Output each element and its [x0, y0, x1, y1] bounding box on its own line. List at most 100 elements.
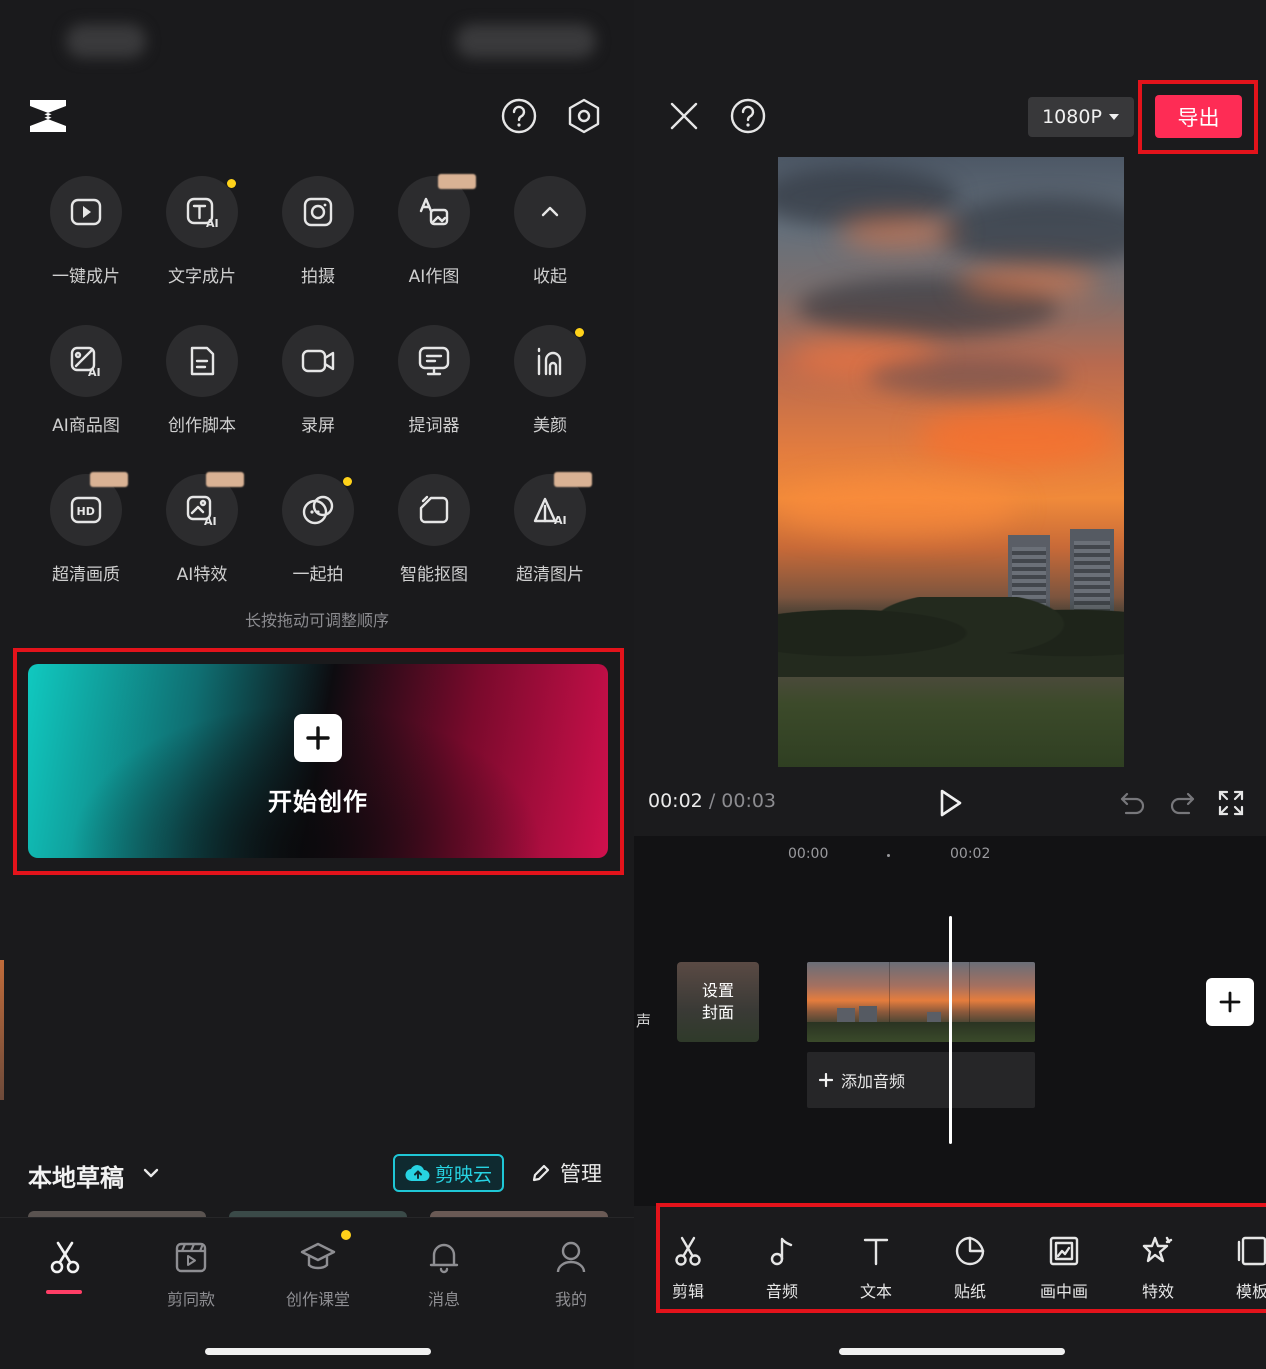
fullscreen-icon[interactable] [1216, 788, 1246, 818]
tool-label: 文字成片 [168, 267, 236, 287]
home-indicator[interactable] [205, 1348, 431, 1355]
manage-button[interactable]: 管理 [530, 1158, 602, 1188]
capcut-logo [30, 100, 66, 132]
tool-label: 收起 [533, 267, 567, 287]
export-button[interactable]: 导出 [1155, 95, 1242, 138]
close-icon[interactable] [664, 96, 704, 136]
playhead[interactable] [949, 916, 952, 1144]
camera-icon [303, 197, 333, 227]
tab-templates[interactable]: 剪同款 [136, 1238, 246, 1310]
cutout-icon [419, 495, 449, 524]
tab-label: 剪同款 [166, 1290, 215, 1309]
tool-collapse[interactable]: 收起 [492, 176, 608, 287]
toolbar-label: 文本 [859, 1282, 892, 1301]
video-preview[interactable] [778, 157, 1124, 767]
promo-tag [554, 472, 592, 487]
home-indicator[interactable] [839, 1348, 1065, 1355]
tool-beauty[interactable]: 美颜 [492, 325, 608, 436]
toolbar-label: 贴纸 [953, 1282, 986, 1301]
tool-one-click[interactable]: 一键成片 [28, 176, 144, 287]
add-clip-button[interactable] [1206, 978, 1254, 1026]
bell-icon [429, 1243, 459, 1274]
new-dot [575, 328, 584, 337]
redo-icon[interactable] [1167, 788, 1197, 818]
video-clip[interactable] [807, 962, 1035, 1042]
effects-star-icon [1142, 1236, 1173, 1263]
template-clapper-icon [175, 1242, 207, 1273]
tool-label: 一键成片 [52, 267, 120, 287]
beauty-icon [537, 347, 562, 376]
video-record-icon [301, 349, 335, 373]
cloud-button[interactable]: 剪映云 [393, 1154, 504, 1192]
active-tab-indicator [46, 1290, 82, 1294]
tool-smart-cutout[interactable]: 智能抠图 [376, 474, 492, 585]
new-dot [341, 1230, 351, 1240]
toolbar-label: 特效 [1141, 1282, 1174, 1301]
tab-academy[interactable]: 创作课堂 [263, 1230, 373, 1310]
tool-label: 美颜 [533, 416, 567, 436]
home-screen: 一键成片 AI 文字成片 拍摄 AI作图 收起 AI AI商品图 创作脚本 录屏… [0, 0, 634, 1369]
tool-label: AI商品图 [52, 416, 120, 436]
toolbar-text[interactable]: 文本 [841, 1234, 911, 1302]
svg-text:AI: AI [206, 217, 219, 230]
question-circle-icon[interactable] [728, 96, 768, 136]
tool-label: 创作脚本 [168, 416, 236, 436]
tool-duet[interactable]: 一起拍 [260, 474, 376, 585]
toolbar-template[interactable]: 模板 [1217, 1234, 1266, 1302]
tool-screen-record[interactable]: 录屏 [260, 325, 376, 436]
graduation-cap-icon [300, 1242, 336, 1270]
total-time: 00:03 [721, 790, 777, 812]
tab-profile[interactable]: 我的 [516, 1238, 626, 1310]
toolbar-edit[interactable]: 剪辑 [653, 1234, 723, 1302]
tool-script[interactable]: 创作脚本 [144, 325, 260, 436]
add-audio-button[interactable]: 添加音频 [807, 1052, 1035, 1108]
resolution-dropdown[interactable]: 1080P [1028, 97, 1134, 137]
mute-label[interactable]: 声 [636, 1010, 651, 1031]
status-bar-time [66, 24, 146, 58]
manage-label: 管理 [560, 1162, 602, 1186]
hexagon-gear-icon[interactable] [564, 96, 604, 136]
ai-effect-icon: AI [186, 495, 217, 528]
play-square-icon [70, 198, 102, 226]
tool-text-to-video[interactable]: AI 文字成片 [144, 176, 260, 287]
chevron-down-icon[interactable] [140, 1162, 162, 1184]
tab-label: 创作课堂 [285, 1290, 350, 1309]
toolbar-label: 模板 [1235, 1282, 1266, 1301]
current-time: 00:02 [648, 790, 703, 812]
toolbar-sticker[interactable]: 贴纸 [935, 1234, 1005, 1302]
tool-shoot[interactable]: 拍摄 [260, 176, 376, 287]
timeline[interactable]: 00:00 00:02 声 设置 封面 添加音频 [634, 836, 1266, 1206]
toolbar-picture-in-picture[interactable]: 画中画 [1029, 1234, 1099, 1302]
toolbar-audio[interactable]: 音频 [747, 1234, 817, 1302]
user-icon [556, 1241, 586, 1273]
set-cover-button[interactable]: 设置 封面 [677, 962, 759, 1042]
tab-edit[interactable] [10, 1238, 120, 1286]
play-icon[interactable] [934, 786, 966, 820]
hd-image-icon: AI [533, 497, 567, 527]
promo-tag [438, 174, 476, 189]
question-circle-icon[interactable] [499, 96, 539, 136]
tool-ai-product-image[interactable]: AI AI商品图 [28, 325, 144, 436]
tool-teleprompter[interactable]: 提词器 [376, 325, 492, 436]
undo-icon[interactable] [1118, 788, 1148, 818]
scissors-icon [50, 1241, 80, 1274]
svg-text:AI: AI [554, 514, 567, 527]
tool-hd-quality[interactable]: HD 超清画质 [28, 472, 144, 585]
drafts-title[interactable]: 本地草稿 [28, 1158, 124, 1193]
svg-text:HD: HD [77, 505, 95, 518]
start-creating-button[interactable]: 开始创作 [28, 664, 608, 858]
tool-hd-image[interactable]: AI 超清图片 [492, 472, 608, 585]
toolbar-effects[interactable]: 特效 [1123, 1234, 1193, 1302]
tool-ai-drawing[interactable]: AI作图 [376, 174, 492, 287]
ruler-time: 00:02 [950, 846, 991, 862]
teleprompter-icon [418, 346, 450, 376]
promo-tag [206, 472, 244, 487]
toolbar-label: 音频 [765, 1282, 798, 1301]
new-dot [343, 477, 352, 486]
tab-messages[interactable]: 消息 [389, 1238, 499, 1310]
plus-icon [294, 714, 342, 762]
toolbar-label: 画中画 [1039, 1282, 1088, 1301]
tool-label: AI特效 [176, 565, 228, 585]
tool-ai-effects[interactable]: AI AI特效 [144, 472, 260, 585]
text-ai-icon: AI [186, 197, 219, 230]
